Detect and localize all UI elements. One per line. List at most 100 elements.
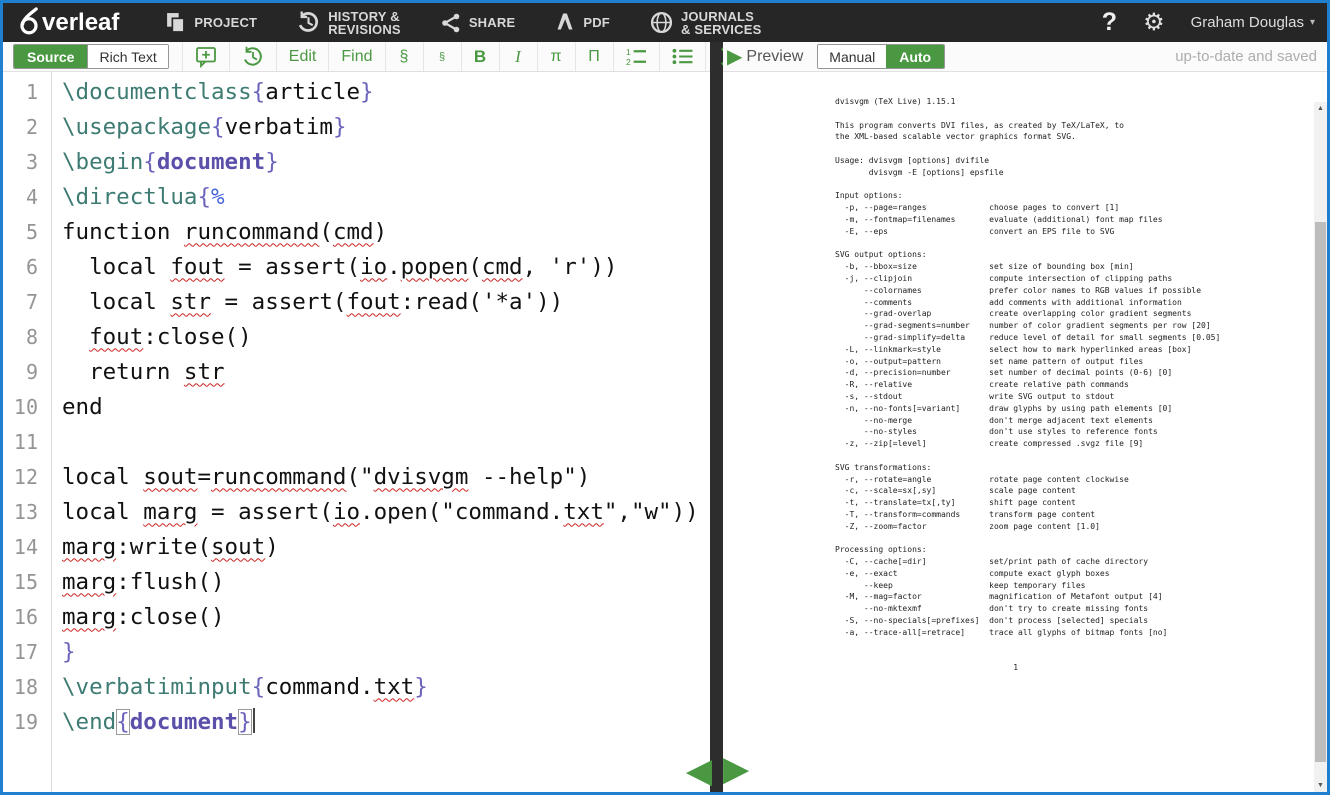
pdf-text-line: SVG output options:	[835, 249, 1220, 261]
code-token: txt	[374, 674, 415, 700]
code-line[interactable]: 9 return str	[3, 354, 710, 389]
code-token: }	[414, 674, 428, 700]
pdf-text-line: --grad-simplify=delta reduce level of de…	[835, 332, 1220, 344]
main-split: Source Rich Text EditFind§§BIπΠ12 ◀ 1\do…	[3, 42, 1327, 792]
manual-compile-button[interactable]: Manual	[818, 45, 886, 68]
scroll-up-icon[interactable]: ▲	[1314, 105, 1327, 112]
bold-button[interactable]: B	[461, 42, 499, 71]
pdf-text-line: -R, --relative create relative path comm…	[835, 379, 1220, 391]
code-line[interactable]: 10end	[3, 389, 710, 424]
subsection-button[interactable]: §	[423, 42, 461, 71]
code-token: :write(	[116, 534, 211, 560]
code-line[interactable]: 11	[3, 424, 710, 459]
preview-toolbar: ▶ Preview Manual Auto up-to-date and sav…	[723, 42, 1327, 72]
code-token: \usepackage	[62, 114, 211, 140]
code-line[interactable]: 4\directlua{%	[3, 179, 710, 214]
code-token: runcommand	[184, 219, 319, 245]
nav-item-pdf[interactable]: PDF	[555, 12, 610, 33]
expand-preview-bottom-button[interactable]: ▶	[723, 752, 749, 786]
scrollbar-thumb[interactable]	[1315, 222, 1326, 762]
help-button[interactable]: ?	[1102, 8, 1117, 37]
italic-button[interactable]: I	[499, 42, 537, 71]
code-line[interactable]: 17}	[3, 634, 710, 669]
section-button[interactable]: §	[385, 42, 423, 71]
add-comment-button[interactable]	[182, 42, 229, 71]
line-number: 18	[3, 675, 51, 699]
nav-item-project[interactable]: PROJECT	[165, 12, 257, 33]
line-number: 7	[3, 290, 51, 314]
rich-text-tab[interactable]: Rich Text	[87, 45, 167, 68]
numbered-list-button[interactable]: 12	[613, 42, 659, 71]
code-token: verbatim	[225, 114, 333, 140]
restore-history-button[interactable]	[229, 42, 276, 71]
code-token: = assert(	[197, 499, 332, 525]
code-line[interactable]: 18\verbatiminput{command.txt}	[3, 669, 710, 704]
code-line[interactable]: 2\usepackage{verbatim}	[3, 109, 710, 144]
code-line[interactable]: 5function runcommand(cmd)	[3, 214, 710, 249]
user-menu[interactable]: Graham Douglas ▾	[1191, 14, 1315, 31]
line-number: 15	[3, 570, 51, 594]
pdf-text-line: -m, --fontmap=filenames evaluate (additi…	[835, 214, 1220, 226]
code-token: marg	[143, 499, 197, 525]
code-text: end	[51, 394, 103, 420]
inline-math-button[interactable]: π	[537, 42, 575, 71]
code-token: sout	[211, 534, 265, 560]
code-line[interactable]: 13local marg = assert(io.open("command.t…	[3, 494, 710, 529]
code-line[interactable]: 15marg:flush()	[3, 564, 710, 599]
code-line[interactable]: 16marg:close()	[3, 599, 710, 634]
code-line[interactable]: 12local sout=runcommand("dvisvgm --help"…	[3, 459, 710, 494]
code-line[interactable]: 19\end{document}	[3, 704, 710, 739]
code-token: function	[62, 219, 184, 245]
code-token: :close()	[116, 604, 224, 630]
pdf-text-line	[835, 143, 1220, 155]
scroll-down-icon[interactable]: ▼	[1314, 782, 1327, 789]
preview-label: Preview	[746, 48, 803, 66]
caret-down-icon: ▾	[1310, 17, 1315, 28]
line-number: 9	[3, 360, 51, 384]
pane-divider[interactable]	[710, 42, 723, 792]
logo-text: verleaf	[42, 9, 119, 37]
pdf-text-line: -Z, --zoom=factor zoom page content [1.0…	[835, 521, 1220, 533]
pdf-text-line: -s, --stdout write SVG output to stdout	[835, 391, 1220, 403]
code-token: \directlua	[62, 184, 197, 210]
code-token: ("	[346, 464, 373, 490]
pdf-text-line: -E, --eps convert an EPS file to SVG	[835, 226, 1220, 238]
editor-toolbar: Source Rich Text EditFind§§BIπΠ12 ◀	[3, 42, 710, 72]
code-text: local fout = assert(io.popen(cmd, 'r'))	[51, 254, 617, 280]
pdf-text-line: --no-merge don't merge adjacent text ele…	[835, 415, 1220, 427]
find-button[interactable]: Find	[328, 42, 384, 71]
nav-items: PROJECT HISTORY &REVISIONS SHARE PDF JOURNAL…	[165, 10, 761, 36]
preview-scrollbar[interactable]: ▲ ▼	[1314, 102, 1327, 792]
overleaf-logo[interactable]: verleaf	[17, 6, 119, 40]
code-line[interactable]: 8 fout:close()	[3, 319, 710, 354]
pdf-text-line: -T, --transform=commands transform page …	[835, 509, 1220, 521]
code-token: ","w"))	[604, 499, 699, 525]
code-token: %	[211, 184, 225, 210]
code-editor[interactable]: 1\documentclass{article}2\usepackage{ver…	[3, 72, 710, 792]
nav-item-label: PDF	[583, 16, 610, 29]
code-token: :read('*a'))	[401, 289, 564, 315]
pdf-text-line: -n, --no-fonts[=variant] draw glyphs by …	[835, 403, 1220, 415]
nav-item-share[interactable]: SHARE	[441, 13, 516, 33]
pdf-text-line: -L, --linkmark=style select how to mark …	[835, 344, 1220, 356]
code-line[interactable]: 14marg:write(sout)	[3, 529, 710, 564]
gear-icon[interactable]: ⚙	[1143, 11, 1165, 35]
pdf-icon	[555, 12, 575, 33]
pdf-text-line: --colornames prefer color names to RGB v…	[835, 285, 1220, 297]
code-token: article	[265, 79, 360, 105]
code-line[interactable]: 3\begin{document}	[3, 144, 710, 179]
auto-compile-button[interactable]: Auto	[886, 45, 944, 68]
collapse-editor-bottom-button[interactable]: ◀	[686, 754, 712, 788]
bullet-list-button[interactable]	[659, 42, 705, 71]
code-line[interactable]: 1\documentclass{article}	[3, 74, 710, 109]
edit-button[interactable]: Edit	[276, 42, 329, 71]
display-math-button[interactable]: Π	[575, 42, 613, 71]
pdf-text-line: -c, --scale=sx[,sy] scale page content	[835, 485, 1220, 497]
nav-item-history[interactable]: HISTORY &REVISIONS	[297, 10, 401, 36]
expand-preview-button[interactable]: ▶	[727, 47, 742, 67]
nav-item-journals[interactable]: JOURNALS& SERVICES	[650, 10, 762, 36]
code-line[interactable]: 7 local str = assert(fout:read('*a'))	[3, 284, 710, 319]
source-tab[interactable]: Source	[14, 45, 87, 68]
code-line[interactable]: 6 local fout = assert(io.popen(cmd, 'r')…	[3, 249, 710, 284]
pdf-text-line	[835, 532, 1220, 544]
